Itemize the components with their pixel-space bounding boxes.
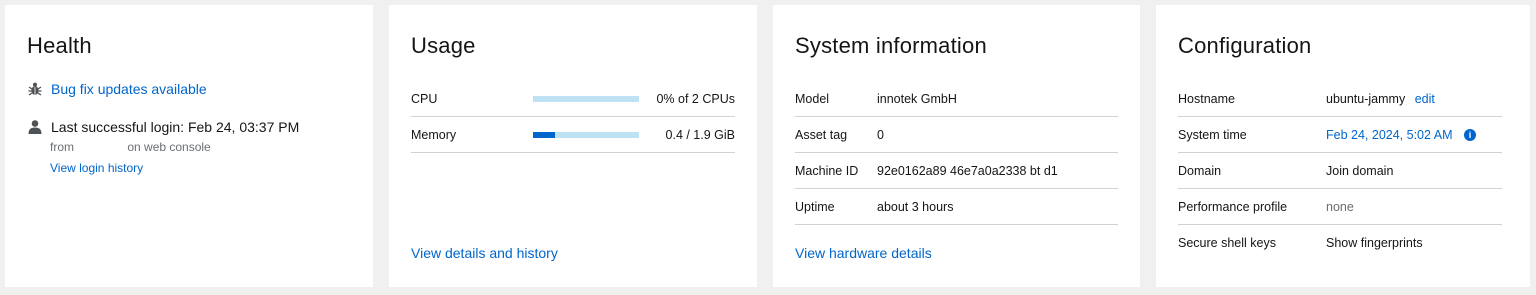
sysinfo-rows: Model innotek GmbH Asset tag 0 Machine I… bbox=[795, 81, 1118, 225]
memory-usage-fill bbox=[533, 132, 556, 138]
system-time-link[interactable]: Feb 24, 2024, 5:02 AM bbox=[1326, 128, 1452, 142]
view-hardware-details-link[interactable]: View hardware details bbox=[795, 245, 932, 261]
bugfix-row: Bug fix updates available bbox=[27, 81, 207, 97]
memory-label: Memory bbox=[411, 127, 457, 142]
domain-label: Domain bbox=[1178, 163, 1222, 178]
health-title: Health bbox=[27, 33, 92, 58]
system-information-card: System information Model innotek GmbH As… bbox=[773, 5, 1140, 287]
cpu-label: CPU bbox=[411, 91, 438, 106]
performance-profile-value: none bbox=[1326, 199, 1354, 214]
usage-card: Usage CPU 0% of 2 CPUs Memory 0.4 / 1.9 … bbox=[389, 5, 757, 287]
usage-title: Usage bbox=[411, 33, 476, 58]
join-domain-link[interactable]: Join domain bbox=[1326, 164, 1393, 178]
usage-row-cpu: CPU 0% of 2 CPUs bbox=[411, 81, 735, 117]
config-row-domain: Domain Join domain bbox=[1178, 153, 1502, 189]
health-card: Health Bug fix updates available Last su… bbox=[5, 5, 373, 287]
cpu-usage-bar bbox=[533, 96, 639, 102]
system-time-label: System time bbox=[1178, 127, 1247, 142]
sysinfo-row-machine-id: Machine ID 92e0162a89 46e7a0a2338 bt d1 bbox=[795, 153, 1118, 189]
memory-usage-bar bbox=[533, 132, 639, 138]
sysinfo-row-uptime: Uptime about 3 hours bbox=[795, 189, 1118, 225]
configuration-card: Configuration Hostname ubuntu-jammy edit… bbox=[1156, 5, 1530, 287]
ssh-keys-label: Secure shell keys bbox=[1178, 236, 1276, 250]
config-title: Configuration bbox=[1178, 33, 1312, 58]
machine-id-value: 92e0162a89 46e7a0a2338 bt d1 bbox=[877, 163, 1058, 178]
config-rows: Hostname ubuntu-jammy edit System time F… bbox=[1178, 81, 1502, 261]
asset-tag-label: Asset tag bbox=[795, 127, 848, 142]
hostname-value: ubuntu-jammy bbox=[1326, 91, 1406, 106]
bug-icon bbox=[27, 81, 43, 97]
config-row-hostname: Hostname ubuntu-jammy edit bbox=[1178, 81, 1502, 117]
hostname-label: Hostname bbox=[1178, 91, 1235, 106]
info-icon[interactable]: i bbox=[1463, 129, 1476, 142]
config-row-performance-profile: Performance profile none bbox=[1178, 189, 1502, 225]
model-label: Model bbox=[795, 91, 830, 106]
uptime-value: about 3 hours bbox=[877, 199, 954, 214]
config-row-ssh-keys: Secure shell keys Show fingerprints bbox=[1178, 225, 1502, 261]
last-login-row: Last successful login: Feb 24, 03:37 PM bbox=[27, 119, 299, 135]
sysinfo-row-asset-tag: Asset tag 0 bbox=[795, 117, 1118, 153]
user-icon bbox=[27, 119, 43, 135]
machine-id-label: Machine ID bbox=[795, 163, 859, 178]
model-value: innotek GmbH bbox=[877, 91, 957, 106]
view-login-history-link[interactable]: View login history bbox=[50, 161, 143, 175]
hostname-edit-link[interactable]: edit bbox=[1415, 92, 1435, 106]
view-details-history-link[interactable]: View details and history bbox=[411, 245, 558, 261]
asset-tag-value: 0 bbox=[877, 127, 884, 142]
memory-value: 0.4 / 1.9 GiB bbox=[665, 127, 735, 142]
last-login-label: Last successful login: Feb 24, 03:37 PM bbox=[51, 119, 300, 135]
config-row-system-time: System time Feb 24, 2024, 5:02 AM i bbox=[1178, 117, 1502, 153]
sysinfo-row-model: Model innotek GmbH bbox=[795, 81, 1118, 117]
performance-profile-label: Performance profile bbox=[1178, 199, 1288, 214]
uptime-label: Uptime bbox=[795, 199, 835, 214]
bugfix-updates-link[interactable]: Bug fix updates available bbox=[51, 81, 207, 97]
login-source: from on web console bbox=[50, 140, 211, 154]
usage-row-memory: Memory 0.4 / 1.9 GiB bbox=[411, 117, 735, 153]
show-fingerprints-link[interactable]: Show fingerprints bbox=[1326, 236, 1423, 250]
cpu-value: 0% of 2 CPUs bbox=[656, 91, 735, 106]
usage-rows: CPU 0% of 2 CPUs Memory 0.4 / 1.9 GiB bbox=[411, 81, 735, 153]
sysinfo-title: System information bbox=[795, 33, 987, 58]
